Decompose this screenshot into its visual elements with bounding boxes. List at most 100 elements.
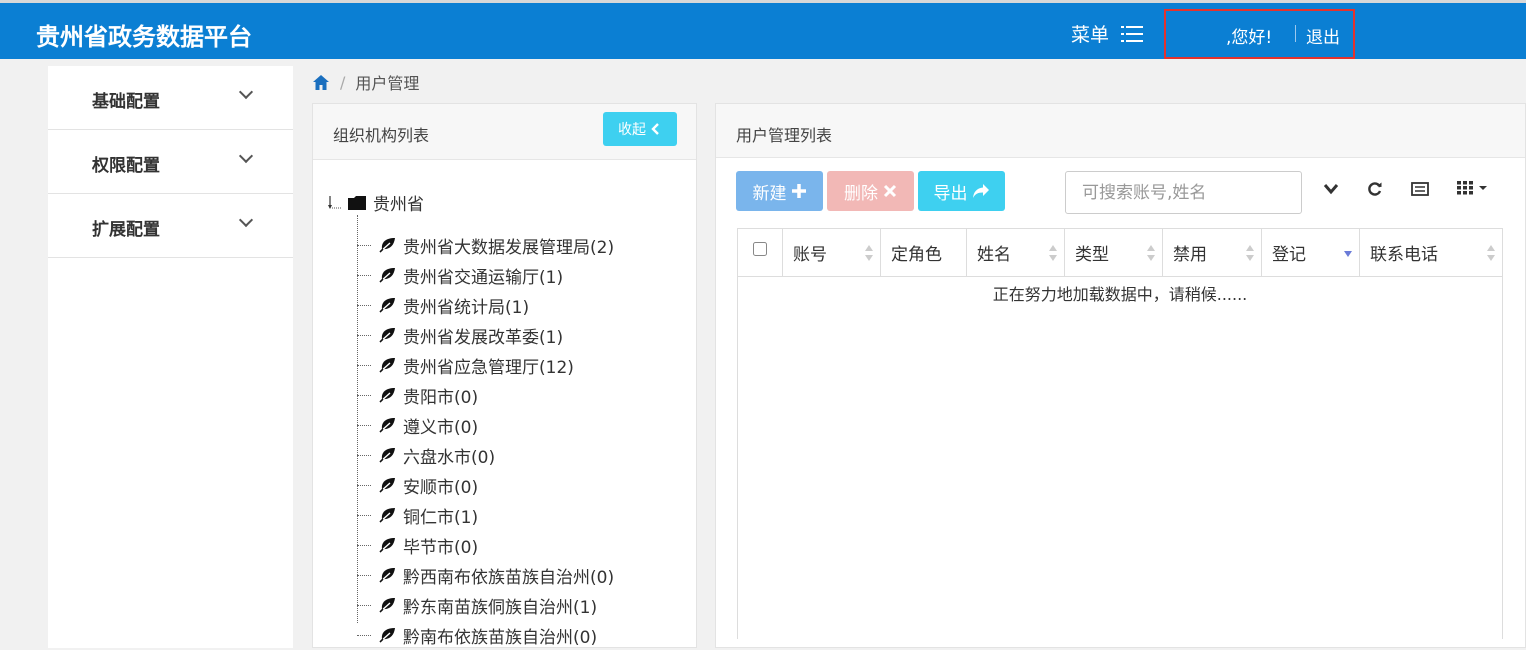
tree-expander-icon[interactable]	[327, 194, 343, 212]
sidebar-item-label: 基础配置	[92, 92, 160, 112]
user-greeting: ,您好!	[1226, 28, 1273, 48]
tree-node[interactable]: 贵州省大数据发展管理局(2)	[357, 230, 614, 260]
tree-node[interactable]: 黔西南布依族苗族自治州(0)	[357, 560, 614, 590]
tree-node[interactable]: 遵义市(0)	[357, 410, 478, 440]
leaf-icon	[379, 418, 395, 433]
leaf-icon	[379, 448, 395, 463]
tree-root-node[interactable]: 贵州省	[327, 190, 424, 215]
leaf-icon	[379, 388, 395, 403]
leaf-icon	[379, 628, 395, 643]
breadcrumb: / 用户管理	[312, 70, 419, 94]
empty-table-body	[737, 308, 1503, 639]
tree-root-label: 贵州省	[373, 195, 424, 215]
share-arrow-icon	[972, 184, 989, 198]
tree-node[interactable]: 安顺市(0)	[357, 470, 478, 500]
leaf-icon	[379, 568, 395, 583]
tree-node-label: 黔南布依族苗族自治州(0)	[403, 627, 598, 648]
tree-node[interactable]: 铜仁市(1)	[357, 500, 478, 530]
list-view-icon[interactable]	[1411, 182, 1429, 196]
brand-title: 贵州省政务数据平台	[36, 23, 252, 51]
user-panel-header: 用户管理列表	[716, 104, 1525, 158]
columns-grid-icon[interactable]	[1457, 181, 1489, 195]
tree-node[interactable]: 六盘水市(0)	[357, 440, 495, 470]
loading-row: 正在努力地加载数据中，请稍候......	[737, 276, 1503, 309]
new-button[interactable]: 新建	[736, 171, 823, 211]
sidebar-item-extension-config[interactable]: 扩展配置	[48, 194, 293, 258]
tree-node[interactable]: 黔南布依族苗族自治州(0)	[357, 620, 597, 650]
tree-node-label: 贵州省发展改革委(1)	[403, 327, 564, 348]
select-all-checkbox[interactable]	[753, 242, 767, 256]
tree-branch-line	[357, 454, 371, 456]
leaf-icon	[379, 328, 395, 343]
close-icon	[883, 184, 897, 198]
col-header-label: 账号	[793, 245, 827, 265]
col-header-label: 联系电话	[1370, 245, 1438, 265]
leaf-icon	[379, 358, 395, 373]
sidebar-item-basic-config[interactable]: 基础配置	[48, 66, 293, 130]
chevron-down-icon	[238, 84, 254, 100]
col-header-type[interactable]: 类型	[1064, 228, 1163, 277]
org-panel-title: 组织机构列表	[333, 126, 430, 145]
tree-branch-line	[357, 424, 371, 426]
logout-link[interactable]: 退出	[1306, 23, 1340, 48]
chevron-left-icon	[651, 123, 659, 135]
tree-branch-line	[357, 634, 371, 636]
tree-branch-line	[357, 604, 371, 606]
tree-node-label: 安顺市(0)	[403, 477, 479, 498]
col-header-phone[interactable]: 联系电话	[1359, 228, 1503, 277]
collapse-button[interactable]: 收起	[603, 112, 677, 146]
tree-node[interactable]: 贵州省应急管理厅(12)	[357, 350, 574, 380]
tree-node[interactable]: 毕节市(0)	[357, 530, 478, 560]
chevron-down-icon	[238, 212, 254, 228]
search-input[interactable]	[1065, 171, 1302, 214]
col-header-account[interactable]: 账号	[782, 228, 881, 277]
col-header-name[interactable]: 姓名	[966, 228, 1065, 277]
export-label: 导出	[933, 183, 968, 204]
home-icon[interactable]	[312, 74, 330, 91]
breadcrumb-current: 用户管理	[355, 74, 420, 93]
col-header-disabled[interactable]: 禁用	[1162, 228, 1262, 277]
user-panel-title: 用户管理列表	[736, 126, 833, 145]
col-header-register[interactable]: 登记	[1261, 228, 1360, 277]
col-header-label: 登记	[1272, 245, 1306, 265]
tree-branch-line	[357, 364, 371, 366]
export-button[interactable]: 导出	[918, 171, 1005, 211]
breadcrumb-separator: /	[340, 72, 346, 92]
refresh-icon[interactable]	[1367, 181, 1383, 197]
sort-both-icon	[1246, 245, 1254, 261]
plus-icon	[791, 184, 806, 198]
sidebar: 基础配置 权限配置 扩展配置	[48, 66, 293, 648]
user-table: 账号 定角色 姓名 类型 禁用 登记 联系电话 正在努力地加载数据中，请稍候..…	[737, 228, 1503, 639]
menu-list-icon	[1121, 25, 1144, 42]
tree-branch-line	[357, 334, 371, 336]
org-panel: 组织机构列表 收起 贵州省 贵州省大数据发展管理局(2) 贵州省交通运输厅(1) 贵…	[312, 103, 697, 648]
col-header-label: 类型	[1075, 245, 1109, 265]
tree-node[interactable]: 贵阳市(0)	[357, 380, 478, 410]
tree-node-label: 黔东南苗族侗族自治州(1)	[403, 597, 598, 618]
tree-branch-line	[357, 394, 371, 396]
sort-desc-icon	[1344, 251, 1352, 257]
tree-branch-line	[357, 544, 371, 546]
col-header-label: 定角色	[891, 245, 942, 265]
header-divider	[1295, 25, 1296, 42]
leaf-icon	[379, 238, 395, 253]
menu-label: 菜单	[1071, 24, 1110, 46]
delete-button[interactable]: 删除	[827, 171, 914, 211]
tree-node[interactable]: 贵州省发展改革委(1)	[357, 320, 563, 350]
sidebar-item-permission-config[interactable]: 权限配置	[48, 130, 293, 194]
chevron-down-icon[interactable]	[1323, 183, 1339, 195]
tree-node[interactable]: 贵州省交通运输厅(1)	[357, 260, 563, 290]
sidebar-item-label: 权限配置	[92, 156, 160, 176]
tree-node-label: 贵州省应急管理厅(12)	[403, 357, 574, 378]
sort-both-icon	[1049, 245, 1057, 261]
tree-branch-line	[357, 304, 371, 306]
folder-icon	[348, 195, 366, 210]
tree-node[interactable]: 黔东南苗族侗族自治州(1)	[357, 590, 597, 620]
col-header-role[interactable]: 定角色	[880, 228, 967, 277]
menu-button[interactable]: 菜单	[1071, 20, 1144, 47]
tree-branch-line	[357, 514, 371, 516]
leaf-icon	[379, 298, 395, 313]
chevron-down-icon	[238, 148, 254, 164]
user-panel: 用户管理列表 新建 删除 导出 账号 定角色 姓名	[715, 103, 1526, 648]
tree-node[interactable]: 贵州省统计局(1)	[357, 290, 529, 320]
